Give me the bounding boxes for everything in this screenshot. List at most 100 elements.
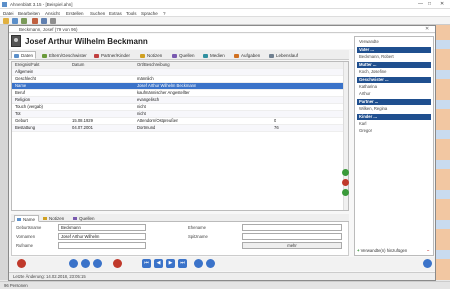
search-button[interactable] — [69, 259, 78, 268]
background-list-row — [436, 250, 450, 259]
cell-desc: nicht — [137, 104, 146, 109]
tab-label: Lebenslauf — [276, 53, 299, 58]
relative-item[interactable]: Karl — [357, 121, 431, 127]
tab-lebenslauf[interactable]: Lebenslauf — [266, 51, 301, 59]
tab-name-notizen[interactable]: Notizen — [41, 215, 67, 222]
surname-field[interactable]: Beckmann — [58, 224, 146, 231]
dialog-title: Beckmann, Josef (79 von 96) — [19, 27, 78, 32]
relative-item[interactable]: Koch, Josefine — [357, 69, 431, 75]
tab-aufgaben[interactable]: Aufgaben — [231, 51, 263, 59]
table-row[interactable]: Geburt 15.08.1929 Attendorn/Ostpreußen 0 — [12, 118, 348, 125]
close-app-button[interactable]: ✕ — [440, 1, 444, 7]
first-record-button[interactable]: ⏮ — [142, 259, 151, 268]
tab-eltern-geschwister[interactable]: Eltern/Geschwister — [39, 51, 90, 59]
section-mother[interactable]: Mutter ... — [357, 62, 431, 68]
relative-item[interactable]: Arthur — [357, 91, 431, 97]
section-partner[interactable]: Partner ... — [357, 99, 431, 105]
cell-event: Geburt — [15, 118, 28, 123]
tab-quellen[interactable]: Quellen — [169, 51, 198, 59]
call-name-field[interactable] — [58, 242, 146, 249]
table-row[interactable]: Tot nicht — [12, 111, 348, 118]
forward-button[interactable] — [206, 259, 215, 268]
married-name-label: Ehename — [188, 225, 206, 230]
add-relatives-row[interactable]: + Verwandte(n) hinzufügen − — [357, 248, 433, 255]
relative-item[interactable]: Katharina — [357, 84, 431, 90]
last-record-button[interactable]: ⏭ — [178, 259, 187, 268]
more-button[interactable]: mehr — [242, 242, 342, 249]
tab-label: Daten — [21, 53, 34, 58]
table-row[interactable]: Religion evangelisch — [12, 97, 348, 104]
tree-icon[interactable] — [41, 18, 47, 24]
given-names-field[interactable]: Josef Arthur Wilhelm — [58, 233, 146, 240]
menu-help[interactable]: ? — [163, 11, 166, 16]
relative-item[interactable]: Gregor — [357, 128, 431, 134]
menu-suchen[interactable]: Suchen — [90, 11, 105, 16]
menu-tools[interactable]: Tools — [126, 11, 137, 16]
person-photo[interactable] — [11, 35, 21, 47]
table-row[interactable]: Allgemein — [12, 69, 348, 76]
menu-sprache[interactable]: Sprache — [141, 11, 158, 16]
previous-record-button[interactable]: ◀ — [154, 259, 163, 268]
tab-name[interactable]: Name — [14, 215, 40, 222]
minimize-button[interactable]: — — [418, 1, 423, 7]
person-icon[interactable] — [32, 18, 38, 24]
remove-button[interactable] — [113, 259, 122, 268]
tab-name-quellen[interactable]: Quellen — [71, 215, 98, 222]
tab-daten[interactable]: Daten — [11, 51, 37, 59]
background-list-row — [436, 190, 450, 199]
cell-event: Bestattung — [15, 125, 36, 130]
table-row[interactable]: Touch (vergab) nicht — [12, 104, 348, 111]
menu-datei[interactable]: Datei — [3, 11, 14, 16]
back-button[interactable] — [194, 259, 203, 268]
family-button[interactable] — [93, 259, 102, 268]
tab-notizen[interactable]: Notizen — [137, 51, 165, 59]
nickname-label: Spitzname — [188, 234, 208, 239]
media-icon — [203, 54, 208, 58]
search-icon[interactable] — [50, 18, 56, 24]
delete-person-button[interactable] — [17, 259, 26, 268]
app-title: Ahnenblatt 3.15 - [Beispiel.ahn] — [10, 2, 73, 7]
ok-button[interactable] — [423, 259, 432, 268]
tab-partner-kinder[interactable]: Partner/Kinder — [91, 51, 133, 59]
next-record-button[interactable]: ▶ — [166, 259, 175, 268]
section-siblings[interactable]: Geschwister ... — [357, 77, 431, 83]
maximize-button[interactable]: □ — [428, 1, 431, 7]
menu-extras[interactable]: Extras — [109, 11, 122, 16]
tab-label: Eltern/Geschwister — [49, 53, 87, 58]
background-list-row — [436, 40, 450, 49]
married-name-field[interactable] — [242, 224, 342, 231]
move-event-button[interactable] — [342, 189, 349, 196]
cell-event: Touch (vergab) — [15, 104, 43, 109]
minus-icon[interactable]: − — [427, 248, 429, 254]
relative-item[interactable]: Beckmann, Robert — [357, 54, 431, 60]
menu-bearbeiten[interactable]: Bearbeiten — [18, 11, 40, 16]
print-icon[interactable] — [21, 18, 27, 24]
background-list-row — [436, 70, 450, 79]
section-children[interactable]: Kinder ... — [357, 114, 431, 120]
cell-desc: Attendorn/Ostpreußen — [137, 118, 179, 123]
relative-item[interactable]: Wilken, Regina — [357, 106, 431, 112]
open-icon[interactable] — [3, 18, 9, 24]
table-row[interactable]: Geschlecht männlich — [12, 76, 348, 83]
grid-scrollbar[interactable] — [343, 62, 348, 210]
add-event-button[interactable] — [342, 169, 349, 176]
column-header-date[interactable]: Datum — [72, 62, 102, 68]
table-row[interactable]: Beruf kaufmännischer Angestellter — [12, 90, 348, 97]
column-header-event[interactable]: Ereignis/Fakt — [15, 62, 70, 68]
dialog-close-button[interactable]: ✕ — [425, 26, 429, 32]
tab-medien[interactable]: Medien — [200, 51, 228, 59]
save-icon[interactable] — [12, 18, 18, 24]
notes-icon — [140, 54, 145, 58]
table-row-selected[interactable]: Name Josef Arthur Wilhelm Beckmann — [12, 83, 348, 90]
table-row[interactable]: Bestattung 04.07.2001 Dortmund 76 — [12, 125, 348, 132]
section-father[interactable]: Vater ... — [357, 47, 431, 53]
nickname-field[interactable] — [242, 233, 342, 240]
cell-age: 76 — [274, 125, 279, 130]
sort-button[interactable] — [81, 259, 90, 268]
background-list-row — [436, 100, 450, 109]
remove-event-button[interactable] — [342, 179, 349, 186]
column-header-desc[interactable]: Ort/Beschreibung — [137, 62, 237, 68]
menu-ansicht[interactable]: Ansicht — [45, 11, 60, 16]
menu-erstellen[interactable]: Erstellen — [66, 11, 84, 16]
data-icon — [14, 54, 19, 58]
